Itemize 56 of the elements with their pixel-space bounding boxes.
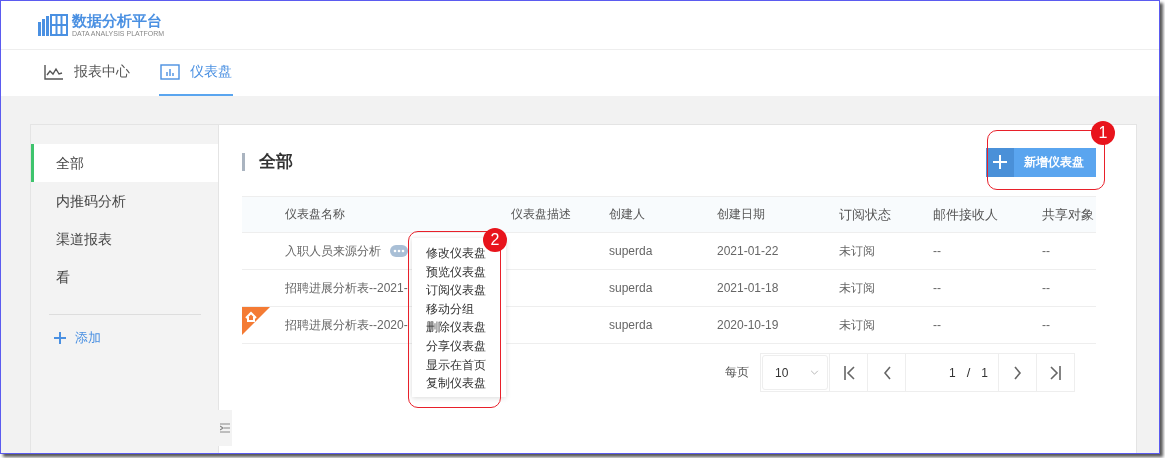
column-header: 订阅状态: [839, 205, 892, 224]
table-cell-text: 2021-01-18: [717, 281, 780, 295]
collapse-handle[interactable]: [218, 410, 232, 446]
plus-icon: [54, 332, 66, 344]
line-chart-icon: [44, 64, 64, 80]
table-cell-text: --: [933, 318, 942, 332]
sidebar-item[interactable]: 内推码分析: [31, 182, 218, 220]
chevron-left-icon: [882, 364, 891, 381]
first-page-icon: [842, 364, 855, 381]
table-cell-text: 未订阅: [839, 242, 876, 260]
menu-item[interactable]: 订阅仪表盘: [426, 281, 506, 300]
bar-chart-icon: [160, 64, 180, 80]
table-cell: 入职人员来源分析: [285, 242, 381, 260]
table-cell-text: 未订阅: [839, 316, 876, 334]
table-cell-text: 未订阅: [839, 279, 876, 297]
annotation-badge: 1: [1091, 121, 1115, 145]
logo-title: 数据分析平台: [72, 12, 163, 29]
nav-tab[interactable]: 报表中心: [43, 50, 131, 96]
menu-item[interactable]: 显示在首页: [426, 355, 506, 375]
table-cell-text: --: [933, 244, 942, 258]
menu-item[interactable]: 复制仪表盘: [426, 374, 506, 393]
sidebar-item[interactable]: 全部: [31, 144, 218, 182]
column-header: 创建日期: [717, 206, 766, 223]
page-size-label: 每页: [725, 364, 749, 381]
table-cell-text: --: [1042, 281, 1051, 295]
table-cell-text: superda: [609, 318, 654, 332]
table-cell-text: 2020-10-19: [717, 318, 780, 332]
column-header: 创建人: [609, 206, 646, 223]
chevron-down-icon: [810, 370, 819, 375]
column-header: 仪表盘名称: [285, 206, 346, 223]
more-button[interactable]: [390, 245, 408, 257]
table-cell-text: --: [933, 281, 942, 295]
column-header: 共享对象: [1042, 205, 1094, 224]
menu-item[interactable]: 移动分组: [426, 299, 506, 319]
menu-item[interactable]: 分享仪表盘: [426, 336, 506, 356]
table-cell: 招聘进展分析表--2021-: [285, 279, 408, 297]
page-size-select[interactable]: 10: [762, 355, 828, 390]
sidebar-item[interactable]: 看: [31, 258, 218, 296]
chevron-right-icon: [1013, 364, 1022, 381]
section-title: 全部: [242, 153, 293, 171]
last-page-icon: [1049, 364, 1062, 381]
table-cell-text: --: [1042, 244, 1051, 258]
collapse-icon: [220, 423, 230, 433]
table-cell-text: 2021-01-22: [717, 244, 780, 258]
plus-icon: [993, 155, 1007, 169]
sidebar-item[interactable]: 渠道报表: [31, 220, 218, 258]
more-icon: [393, 249, 405, 253]
table-cell-text: superda: [609, 244, 654, 258]
menu-item[interactable]: 预览仪表盘: [426, 262, 506, 282]
column-header: 仪表盘描述: [511, 206, 572, 223]
table-cell: 招聘进展分析表--2020-: [285, 316, 408, 334]
table-cell-text: superda: [609, 281, 654, 295]
logo-icon: [38, 14, 68, 36]
column-header: 邮件接收人: [933, 205, 999, 224]
table-cell-text: --: [1042, 318, 1051, 332]
menu-item[interactable]: 删除仪表盘: [426, 318, 506, 337]
